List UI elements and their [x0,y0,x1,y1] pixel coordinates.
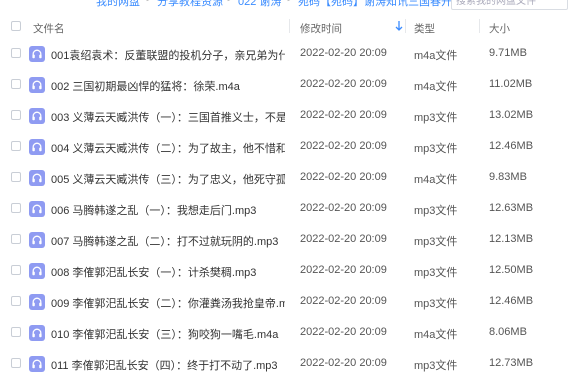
file-name[interactable]: 008 李傕郭汜乱长安（一）：计杀樊稠.mp3 [51,264,285,280]
file-modified-time: 2022-02-20 20:09 [300,171,387,183]
audio-headphones-icon [29,46,45,62]
file-name[interactable]: 003 义薄云天臧洪传（一）：三国首推义士，不是关羽，... [51,109,285,125]
audio-headphones-icon [29,170,45,186]
sort-down-icon[interactable] [395,20,403,32]
row-checkbox[interactable] [11,265,21,275]
file-size: 12.13MB [489,233,534,245]
file-row[interactable]: 002 三国初期最凶悍的猛将：徐荣.m4a 2022-02-20 20:09 m4a… [0,69,576,101]
file-name[interactable]: 007 马腾韩遂之乱（二）：打不过就玩阴的.mp3 [51,233,285,249]
file-modified-time: 2022-02-20 20:09 [300,233,387,245]
breadcrumb-item-2[interactable]: 分享教程资源 [157,0,223,9]
file-row[interactable]: 007 马腾韩遂之乱（二）：打不过就玩阴的.mp3 2022-02-20 20:0… [0,224,576,256]
file-type: mp3文件 [414,298,458,310]
column-header-type[interactable]: 类型 [414,21,435,36]
file-row[interactable]: 003 义薄云天臧洪传（一）：三国首推义士，不是关羽，... 2022-02-20… [0,100,576,132]
file-modified-time: 2022-02-20 20:09 [300,109,387,121]
file-row[interactable]: 009 李傕郭汜乱长安（二）：你灌粪汤我抢皇帝.mp3 2022-02-20 20… [0,286,576,318]
audio-headphones-icon [29,356,45,372]
audio-headphones-icon [29,77,45,93]
file-size: 12.63MB [489,202,534,214]
audio-headphones-icon [29,325,45,341]
audio-headphones-icon [29,263,45,279]
top-bar: 我的网盘 > 分享教程资源 > 022 谢涛 > 宛码【宛码】谢涛知讯三国春开一 [0,0,576,10]
column-header-size[interactable]: 大小 [489,21,510,36]
audio-headphones-icon [29,232,45,248]
row-checkbox[interactable] [11,48,21,58]
file-type: mp3文件 [414,205,458,217]
file-modified-time: 2022-02-20 20:09 [300,78,387,90]
file-name[interactable]: 010 李傕郭汜乱长安（三）：狗咬狗一嘴毛.m4a [51,326,285,342]
file-name[interactable]: 002 三国初期最凶悍的猛将：徐荣.m4a [51,78,285,94]
file-type: m4a文件 [414,174,458,186]
file-name[interactable]: 005 义薄云天臧洪传（三）：为了忠义，他死守孤城一年... [51,171,285,187]
column-divider [479,19,480,33]
file-type: m4a文件 [414,50,458,62]
breadcrumb-item-1[interactable]: 我的网盘 [96,0,140,9]
breadcrumb-separator: > [227,0,233,5]
column-divider [405,19,406,33]
file-size: 12.73MB [489,357,534,369]
file-name[interactable]: 001袁绍袁术：反董联盟的投机分子，亲兄弟为什么互撕... [51,47,285,63]
file-row[interactable]: 011 李傕郭汜乱长安（四）：终于打不动了.mp3 2022-02-20 20:0… [0,348,576,380]
breadcrumb-item-3[interactable]: 022 谢涛 [238,0,281,9]
audio-headphones-icon [29,201,45,217]
file-modified-time: 2022-02-20 20:09 [300,357,387,369]
column-header-time[interactable]: 修改时间 [300,21,342,36]
select-all-checkbox[interactable] [11,21,21,31]
file-type: mp3文件 [414,236,458,248]
column-divider [289,19,290,33]
file-row[interactable]: 006 马腾韩遂之乱（一）：我想走后门.mp3 2022-02-20 20:09 m… [0,193,576,225]
file-size: 13.02MB [489,109,534,121]
file-modified-time: 2022-02-20 20:09 [300,295,387,307]
file-type: m4a文件 [414,81,458,93]
file-type: mp3文件 [414,267,458,279]
audio-headphones-icon [29,139,45,155]
file-size: 12.46MB [489,295,534,307]
breadcrumb-separator: > [287,0,293,5]
file-row[interactable]: 010 李傕郭汜乱长安（三）：狗咬狗一嘴毛.m4a 2022-02-20 20:0… [0,317,576,349]
row-checkbox[interactable] [11,234,21,244]
row-checkbox[interactable] [11,172,21,182]
breadcrumb-separator: > [146,0,152,5]
file-modified-time: 2022-02-20 20:09 [300,264,387,276]
file-size: 12.46MB [489,140,534,152]
file-type: mp3文件 [414,360,458,372]
row-checkbox[interactable] [11,203,21,213]
file-row[interactable]: 008 李傕郭汜乱长安（一）：计杀樊稠.mp3 2022-02-20 20:09 m… [0,255,576,287]
file-size: 9.71MB [489,47,527,59]
row-checkbox[interactable] [11,327,21,337]
breadcrumb-item-4: 宛码【宛码】谢涛知讯三国春开一 [298,0,463,8]
file-type: m4a文件 [414,329,458,341]
file-name[interactable]: 011 李傕郭汜乱长安（四）：终于打不动了.mp3 [51,357,285,373]
file-row[interactable]: 001袁绍袁术：反董联盟的投机分子，亲兄弟为什么互撕... 2022-02-20 … [0,38,576,70]
audio-headphones-icon [29,294,45,310]
search-input[interactable] [452,0,570,10]
file-name[interactable]: 004 义薄云天臧洪传（二）：为了故主，他不惜和袁绍翻... [51,140,285,156]
row-checkbox[interactable] [11,296,21,306]
file-size: 8.06MB [489,326,527,338]
file-modified-time: 2022-02-20 20:09 [300,140,387,152]
file-type: mp3文件 [414,143,458,155]
audio-headphones-icon [29,108,45,124]
file-type: mp3文件 [414,112,458,124]
file-size: 12.50MB [489,264,534,276]
file-size: 11.02MB [489,78,533,90]
file-modified-time: 2022-02-20 20:09 [300,326,387,338]
row-checkbox[interactable] [11,141,21,151]
file-row[interactable]: 004 义薄云天臧洪传（二）：为了故主，他不惜和袁绍翻... 2022-02-20… [0,131,576,163]
file-size: 9.83MB [489,171,527,183]
search-box [451,0,570,10]
file-name[interactable]: 006 马腾韩遂之乱（一）：我想走后门.mp3 [51,202,285,218]
file-name[interactable]: 009 李傕郭汜乱长安（二）：你灌粪汤我抢皇帝.mp3 [51,295,285,311]
row-checkbox[interactable] [11,110,21,120]
file-row[interactable]: 005 义薄云天臧洪传（三）：为了忠义，他死守孤城一年... 2022-02-20… [0,162,576,194]
column-header-name[interactable]: 文件名 [33,21,65,36]
file-modified-time: 2022-02-20 20:09 [300,47,387,59]
file-modified-time: 2022-02-20 20:09 [300,202,387,214]
table-header: 文件名 修改时间 类型 大小 [0,14,576,38]
row-checkbox[interactable] [11,358,21,368]
row-checkbox[interactable] [11,79,21,89]
